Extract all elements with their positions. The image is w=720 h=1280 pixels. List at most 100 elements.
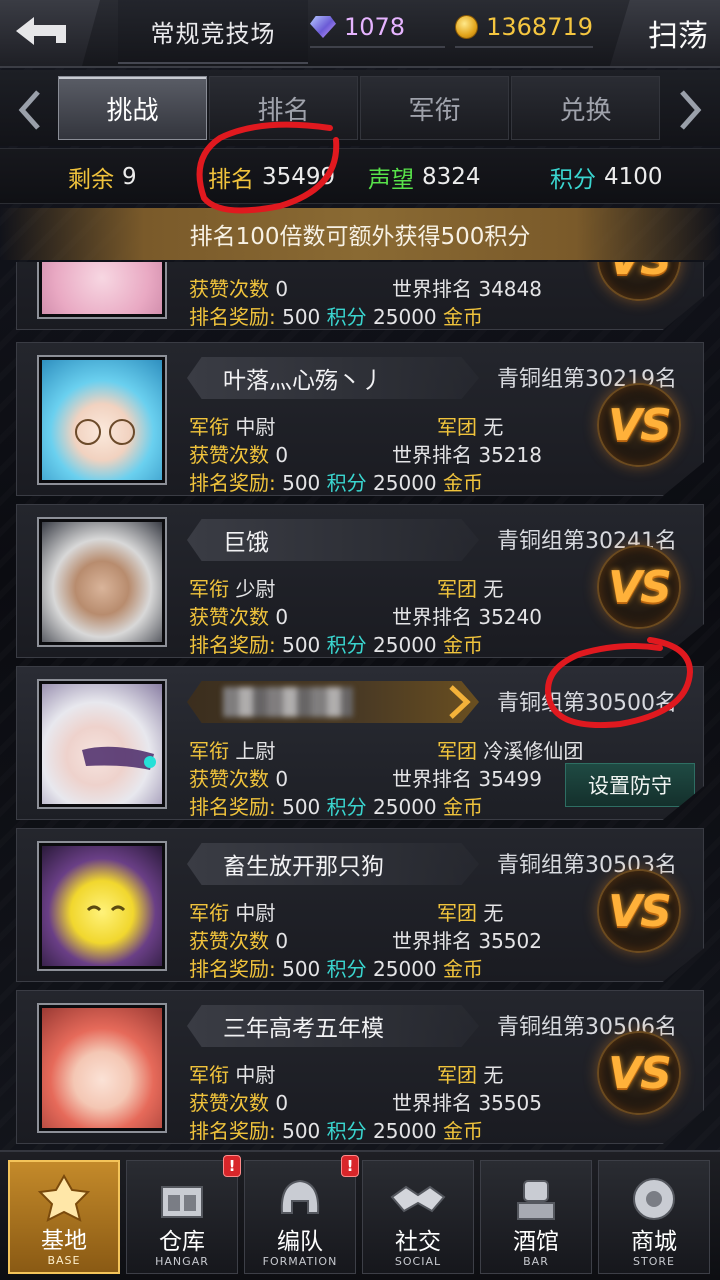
legion-value: 冷溪修仙团 [483,739,584,763]
nav-label: 商城 [631,1229,677,1255]
world-rank-label: 世界排名 [392,443,472,467]
nav-bar[interactable]: 酒馆 BAR [480,1160,592,1274]
rank-reward-label: 排名奖励: [189,471,276,495]
mil-rank-info: 军衔 上尉 [189,735,275,764]
opponent-list[interactable]: 获赞次数 0 世界排名 34848 排名奖励: 500 积分 25000 金币 … [0,262,720,1148]
likes-value: 0 [275,277,289,301]
world-rank-label: 世界排名 [392,605,472,629]
avatar [39,681,165,807]
vs-challenge-button[interactable]: VS [597,869,681,953]
tab-exchange[interactable]: 兑换 [511,76,660,140]
stat-rank: 排名 35499 [208,149,335,205]
back-arrow-icon [16,17,66,45]
glasses-icon [75,419,135,445]
base-emblem-icon [37,1173,91,1222]
likes-label: 获赞次数 [189,443,269,467]
set-defense-button[interactable]: 设置防守 [565,763,695,807]
world-rank-info: 世界排名 35505 [392,1087,542,1116]
mil-rank-info: 军衔 少尉 [189,573,275,602]
prestige-label: 声望 [368,167,414,193]
opponent-card: 获赞次数 0 世界排名 34848 排名奖励: 500 积分 25000 金币 … [16,262,704,330]
reward-gold-value: 25000 [373,1119,437,1143]
nav-store[interactable]: 商城 STORE [598,1160,710,1274]
likes-value: 0 [275,1091,289,1115]
likes-info: 获赞次数 0 [189,1087,288,1116]
likes-label: 获赞次数 [189,929,269,953]
chick-icon [86,905,126,912]
back-button[interactable] [0,0,100,66]
sweep-button[interactable]: 扫荡 [610,0,720,66]
mil-rank-info: 军衔 中尉 [189,1059,275,1088]
likes-info: 获赞次数 0 [189,273,288,302]
bottom-nav: 基地 BASE ! 仓库 HANGAR ! 编队 FORMATION 社交 SO… [0,1150,720,1280]
player-name-plate: 三年高考五年模 [187,1005,479,1047]
chevron-left-icon [18,90,40,130]
nav-label: 社交 [395,1229,441,1255]
legion-value: 无 [483,901,504,925]
reward-points-label: 积分 [326,633,367,657]
likes-info: 获赞次数 0 [189,601,288,630]
gold-counter: 1368719 [455,8,593,48]
legion-label: 军团 [437,577,477,601]
stat-prestige: 声望 8324 [368,149,481,205]
reward-points-label: 积分 [326,795,367,819]
nav-sublabel: SOCIAL [394,1255,442,1268]
vs-challenge-button[interactable]: VS [597,1031,681,1115]
rank-reward-info: 排名奖励: 500 积分 25000 金币 [189,791,483,820]
bonus-banner: 排名100倍数可额外获得500积分 [0,208,720,260]
tab-ranking[interactable]: 排名 [209,76,358,140]
reward-points-value: 500 [282,795,321,819]
gold-amount: 1368719 [486,13,593,41]
legion-label: 军团 [437,415,477,439]
handshake-icon [390,1185,446,1213]
legion-label: 军团 [437,901,477,925]
vs-label: VS [608,885,672,937]
vs-label: VS [608,262,672,285]
visor-icon [82,746,156,770]
tab-scroll-left[interactable] [6,82,54,138]
tab-scroll-right[interactable] [666,82,714,138]
nav-sublabel: STORE [633,1255,675,1268]
nav-social[interactable]: 社交 SOCIAL [362,1160,474,1274]
tab-military-rank[interactable]: 军衔 [360,76,509,140]
player-name-plate: 畜生放开那只狗 [187,843,479,885]
avatar [39,357,165,483]
alert-badge-icon: ! [341,1155,359,1177]
rank-reward-label: 排名奖励: [189,633,276,657]
nav-label: 酒馆 [513,1229,559,1255]
reward-gold-label: 金币 [443,1119,483,1143]
world-rank-info: 世界排名 35240 [392,601,542,630]
likes-label: 获赞次数 [189,767,269,791]
vs-challenge-button[interactable]: VS [597,262,681,301]
tab-challenge[interactable]: 挑战 [58,76,207,140]
nav-label: 仓库 [159,1229,205,1255]
mil-rank-label: 军衔 [189,901,229,925]
mech-head-icon [517,1180,555,1220]
reward-gold-value: 25000 [373,957,437,981]
likes-value: 0 [275,443,289,467]
stat-points: 积分 4100 [550,149,663,205]
points-value: 4100 [604,164,663,190]
player-name-plate: 巨饿 [187,519,479,561]
nav-formation[interactable]: ! 编队 FORMATION [244,1155,359,1274]
world-rank-value: 35218 [478,443,542,467]
rank-reward-label: 排名奖励: [189,957,276,981]
vs-challenge-button[interactable]: VS [597,545,681,629]
tabs: 挑战 排名 军衔 兑换 [58,76,662,140]
opponent-card: 三年高考五年模 青铜组第30506名 军衔 中尉 军团 无 获赞次数 0 世界排… [16,990,704,1144]
legion-value: 无 [483,577,504,601]
vs-label: VS [608,561,672,613]
legion-label: 军团 [437,739,477,763]
chevron-right-icon [680,90,702,130]
nav-base[interactable]: 基地 BASE [8,1160,120,1274]
reward-points-value: 500 [282,633,321,657]
vs-challenge-button[interactable]: VS [597,383,681,467]
nav-hangar[interactable]: ! 仓库 HANGAR [126,1155,241,1274]
player-stats: 剩余 9 排名 35499 声望 8324 积分 4100 [0,148,720,204]
likes-value: 0 [275,605,289,629]
avatar [39,519,165,645]
legion-info: 军团 无 [437,897,503,926]
reward-gold-value: 25000 [373,795,437,819]
reward-gold-value: 25000 [373,471,437,495]
likes-value: 0 [275,767,289,791]
